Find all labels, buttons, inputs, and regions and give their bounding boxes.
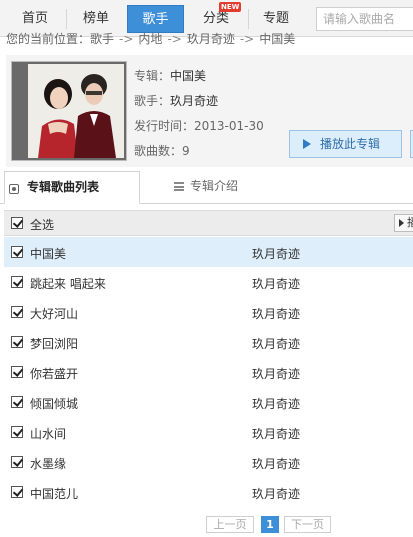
album-artist-label: 歌手： <box>134 94 171 108</box>
breadcrumb-item-singers[interactable]: 歌手 <box>90 32 114 46</box>
nav-divider <box>66 9 67 29</box>
song-checkbox[interactable] <box>11 426 23 438</box>
song-list: 中国美 玖月奇迹 跳起来 唱起来 玖月奇迹 大好河山 玖月奇迹 梦回浏阳 玖月奇… <box>4 237 413 507</box>
song-count-row: 歌曲数：9 <box>134 142 190 159</box>
next-page-button[interactable]: 下一页 <box>284 516 331 533</box>
song-row[interactable]: 中国美 玖月奇迹 <box>4 237 413 267</box>
song-row[interactable]: 水墨缘 玖月奇迹 <box>4 447 413 477</box>
prev-page-button[interactable]: 上一页 <box>206 516 254 533</box>
song-checkbox[interactable] <box>11 276 23 288</box>
breadcrumb-separator: -> <box>119 32 134 46</box>
album-info-panel: 专辑：中国美 歌手：玖月奇迹 发行时间：2013-01-30 歌曲数：9 播放此… <box>6 55 413 167</box>
album-subtabs: 专辑歌曲列表 专辑介绍 <box>0 171 413 204</box>
song-artist[interactable]: 玖月奇迹 <box>252 335 300 352</box>
breadcrumb: 您的当前位置：歌手 -> 内地 -> 玖月奇迹 -> 中国美 <box>6 32 295 46</box>
song-title[interactable]: 梦回浏阳 <box>30 335 78 352</box>
song-artist[interactable]: 玖月奇迹 <box>252 275 300 292</box>
release-date-label: 发行时间： <box>134 119 195 133</box>
song-checkbox[interactable] <box>11 486 23 498</box>
play-icon <box>399 219 404 227</box>
song-title[interactable]: 跳起来 唱起来 <box>30 275 106 292</box>
nav-tab-charts[interactable]: 榜单 <box>68 5 124 33</box>
song-row[interactable]: 倾国倾城 玖月奇迹 <box>4 387 413 417</box>
song-checkbox[interactable] <box>11 396 23 408</box>
release-date-row: 发行时间：2013-01-30 <box>134 117 264 134</box>
song-count: 9 <box>182 144 190 158</box>
album-name-row: 专辑：中国美 <box>134 67 206 84</box>
breadcrumb-prefix: 您的当前位置： <box>6 32 91 46</box>
select-all-checkbox[interactable] <box>11 217 23 229</box>
song-artist[interactable]: 玖月奇迹 <box>252 485 300 502</box>
tab-song-list[interactable]: 专辑歌曲列表 <box>4 171 140 204</box>
breadcrumb-separator: -> <box>167 32 182 46</box>
song-artist[interactable]: 玖月奇迹 <box>252 395 300 412</box>
play-selected-label: 播放 <box>407 216 413 229</box>
song-row[interactable]: 大好河山 玖月奇迹 <box>4 297 413 327</box>
album-name: 中国美 <box>170 69 207 83</box>
song-artist[interactable]: 玖月奇迹 <box>252 455 300 472</box>
tab-album-intro[interactable]: 专辑介绍 <box>172 171 238 204</box>
play-selected-button[interactable]: 播放 <box>394 214 413 232</box>
song-row[interactable]: 你若盛开 玖月奇迹 <box>4 357 413 387</box>
album-cover-frame <box>11 61 127 161</box>
tab-song-list-label: 专辑歌曲列表 <box>27 180 100 194</box>
play-icon <box>303 139 311 149</box>
nav-divider <box>248 9 249 29</box>
song-row[interactable]: 梦回浏阳 玖月奇迹 <box>4 327 413 357</box>
song-title[interactable]: 中国范儿 <box>30 485 78 502</box>
breadcrumb-separator: -> <box>239 32 255 46</box>
song-title[interactable]: 你若盛开 <box>30 365 78 382</box>
song-checkbox[interactable] <box>11 366 23 378</box>
song-title[interactable]: 山水间 <box>30 425 66 442</box>
nav-tab-home[interactable]: 首页 <box>8 5 62 33</box>
nav-tab-singers[interactable]: 歌手 <box>127 5 184 33</box>
play-album-button[interactable]: 播放此专辑 <box>289 130 402 158</box>
song-artist[interactable]: 玖月奇迹 <box>252 245 300 262</box>
breadcrumb-item-mainland[interactable]: 内地 <box>138 32 162 46</box>
nav-tab-topics[interactable]: 专题 <box>250 5 302 33</box>
song-row[interactable]: 跳起来 唱起来 玖月奇迹 <box>4 267 413 297</box>
song-artist[interactable]: 玖月奇迹 <box>252 305 300 322</box>
song-row[interactable]: 山水间 玖月奇迹 <box>4 417 413 447</box>
song-title[interactable]: 水墨缘 <box>30 455 66 472</box>
album-cover-artwork <box>28 64 124 158</box>
album-artist[interactable]: 玖月奇迹 <box>170 94 218 108</box>
list-icon <box>174 182 184 191</box>
song-checkbox[interactable] <box>11 246 23 258</box>
breadcrumb-item-album: 中国美 <box>259 32 296 46</box>
song-checkbox[interactable] <box>11 456 23 468</box>
tab-album-intro-label: 专辑介绍 <box>190 179 239 193</box>
album-cover-image <box>28 64 124 158</box>
song-list-header: 全选 播放 <box>4 210 413 236</box>
song-row[interactable]: 中国范儿 玖月奇迹 <box>4 477 413 507</box>
song-count-label: 歌曲数： <box>134 144 183 158</box>
new-badge: NEW <box>219 2 242 12</box>
page-number-current[interactable]: 1 <box>261 516 279 533</box>
album-name-label: 专辑： <box>134 69 171 83</box>
song-artist[interactable]: 玖月奇迹 <box>252 365 300 382</box>
song-title[interactable]: 大好河山 <box>30 305 78 322</box>
breadcrumb-item-artist[interactable]: 玖月奇迹 <box>187 32 235 46</box>
play-album-label: 播放此专辑 <box>320 137 381 151</box>
disc-icon <box>9 184 19 194</box>
album-artist-row: 歌手：玖月奇迹 <box>134 92 218 109</box>
song-checkbox[interactable] <box>11 306 23 318</box>
song-title[interactable]: 倾国倾城 <box>30 395 78 412</box>
song-title[interactable]: 中国美 <box>30 245 66 262</box>
song-checkbox[interactable] <box>11 336 23 348</box>
song-artist[interactable]: 玖月奇迹 <box>252 425 300 442</box>
search-input[interactable] <box>316 7 413 31</box>
select-all-label[interactable]: 全选 <box>30 216 54 233</box>
release-date: 2013-01-30 <box>194 119 264 133</box>
